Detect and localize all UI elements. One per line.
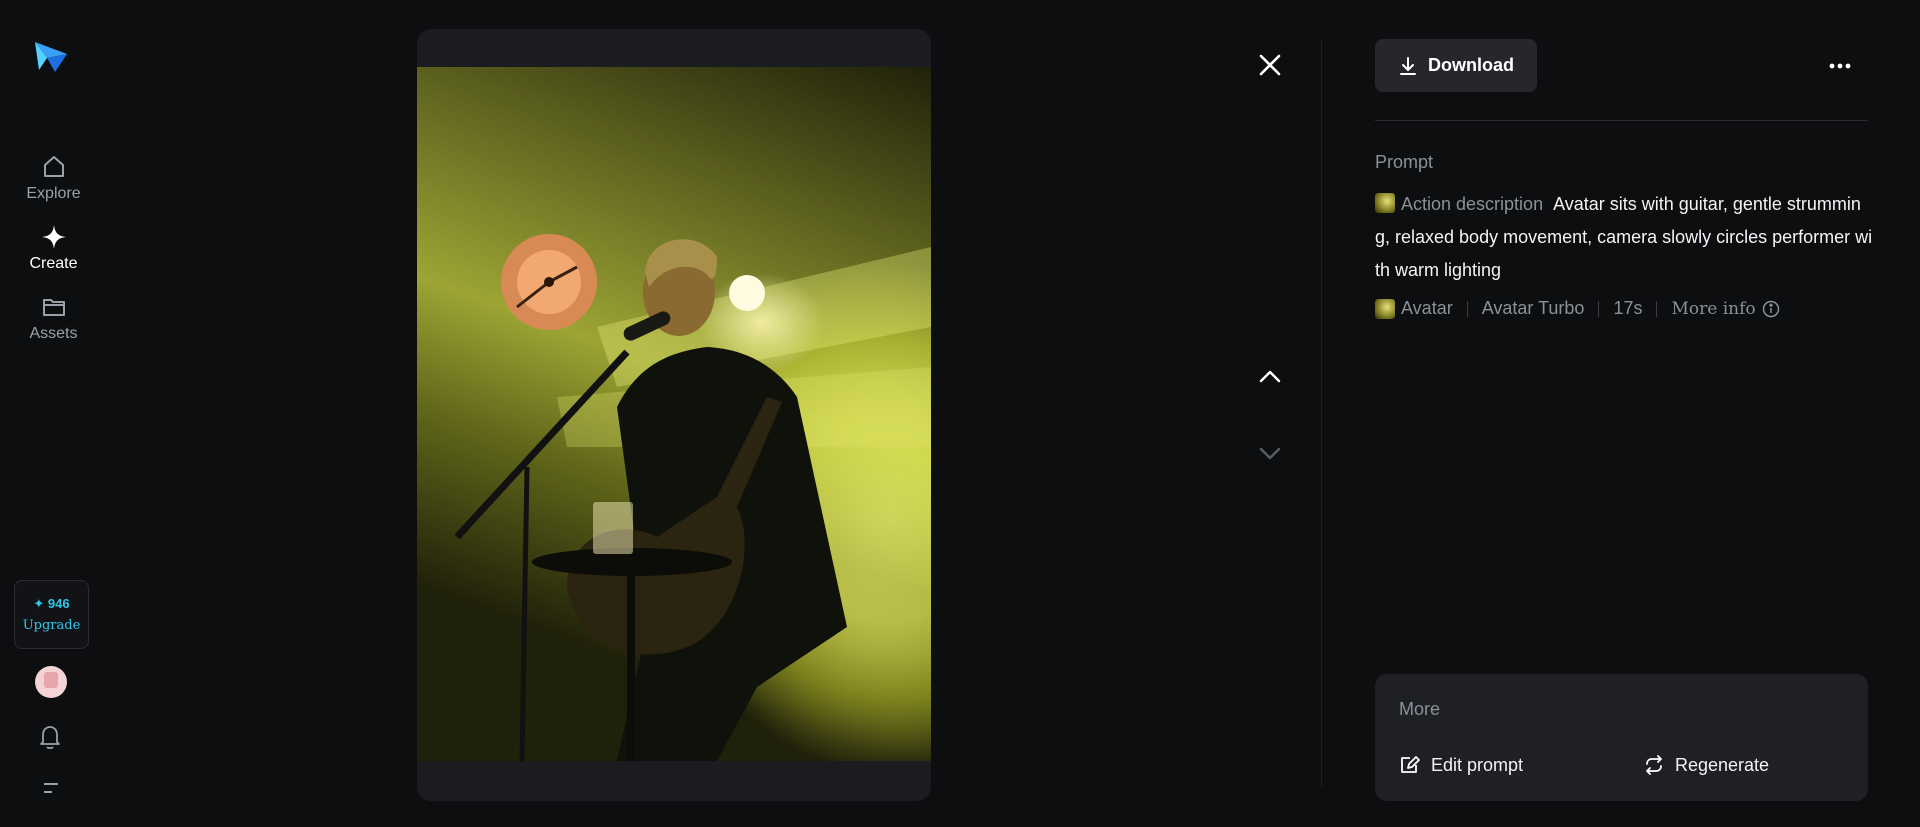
action-description-label: Action description [1401,194,1544,214]
media-card [417,29,931,801]
nav-assets[interactable]: Assets [0,293,107,343]
folder-icon [42,299,65,316]
meta-separator [1466,300,1468,317]
download-label: Download [1428,55,1514,75]
header-divider [1375,120,1868,121]
download-button[interactable]: Download [1375,39,1537,92]
meta-separator [1656,300,1658,317]
action-thumbnail [1375,193,1395,213]
prompt-text-block: Action description Avatar sits with guita… [1375,188,1875,287]
bell-icon[interactable] [37,723,63,751]
more-options-icon[interactable] [1824,54,1856,78]
generation-meta: Avatar Avatar Turbo 17s More info [1375,298,1780,319]
info-icon [1762,300,1779,317]
logo-icon[interactable] [33,36,69,74]
more-title: More [1399,699,1441,719]
upgrade-link[interactable]: Upgrade [23,618,81,633]
chevron-down-icon[interactable] [1258,441,1282,465]
nav-create-label: Create [29,255,78,272]
nav-assets-label: Assets [29,325,78,342]
credits-upgrade-box[interactable]: ✦ 946 Upgrade [14,580,89,649]
avatar[interactable] [35,666,67,698]
edit-prompt-button[interactable]: Edit prompt [1399,754,1523,776]
close-icon[interactable] [1258,53,1282,77]
nav-explore-label: Explore [26,185,81,202]
edit-prompt-label: Edit prompt [1431,754,1524,775]
duration: 17s [1613,298,1643,318]
more-info-link[interactable]: More info [1671,299,1779,319]
nav-create[interactable]: Create [0,223,107,273]
generated-image[interactable] [417,67,931,761]
sparkle-icon [41,225,66,249]
nav-explore[interactable]: Explore [0,153,107,203]
prompt-label: Prompt [1375,152,1434,172]
credits-count: ✦ 946 [33,596,70,611]
edit-icon [1401,756,1420,773]
performer-illustration [454,234,931,761]
regenerate-icon [1646,755,1662,775]
home-icon [43,156,64,177]
meta-separator [1598,300,1600,317]
avatar-thumbnail [1375,298,1395,319]
regenerate-label: Regenerate [1675,754,1770,775]
more-info-label: More info [1671,298,1756,319]
model-label: Avatar [1401,298,1453,318]
download-icon [1400,56,1416,75]
sidebar: Explore Create Assets ✦ 946 Upgrade [0,0,107,827]
regenerate-button[interactable]: Regenerate [1643,754,1769,776]
more-actions-box: More Edit prompt Regenerate [1375,674,1868,801]
model-variant: Avatar Turbo [1481,298,1585,318]
panel-divider [1321,40,1322,787]
menu-icon[interactable] [40,779,62,797]
chevron-up-icon[interactable] [1258,364,1282,388]
